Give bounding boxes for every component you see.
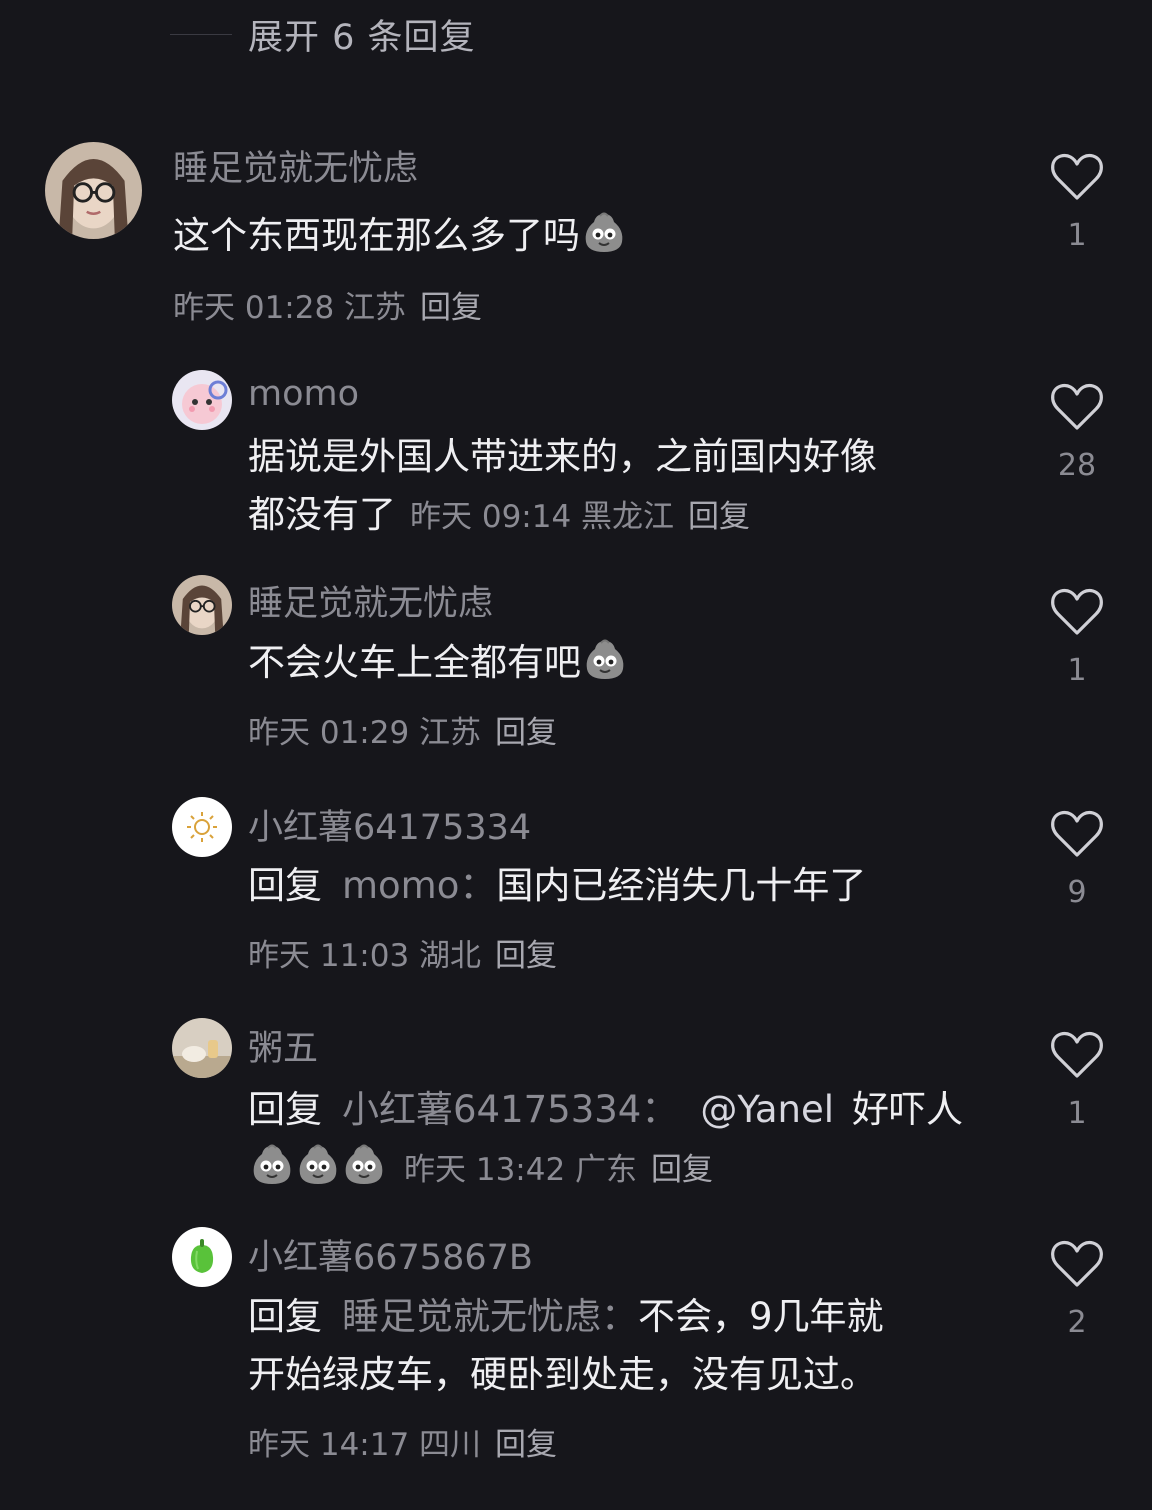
comment-username[interactable]: 睡足觉就无忧虑	[248, 575, 493, 626]
like-button[interactable]: 9	[1044, 809, 1110, 910]
like-count: 28	[1057, 448, 1097, 483]
reply-button[interactable]: 回复	[495, 1427, 557, 1463]
comment-body: 不会火车上全都有吧	[248, 641, 581, 684]
like-button[interactable]: 1	[1044, 152, 1110, 253]
reply-prefix: 回复	[248, 864, 322, 907]
comment-text: 回复 momo：国内已经消失几十年了	[248, 857, 866, 915]
heart-icon	[1051, 1240, 1103, 1287]
comment-text: 回复 睡足觉就无忧虑：不会，9几年就	[248, 1288, 884, 1346]
heart-icon	[1051, 383, 1103, 430]
sun-avatar[interactable]	[172, 797, 232, 857]
reply-button[interactable]: 回复	[688, 499, 750, 535]
like-count: 1	[1067, 218, 1087, 253]
comment-timestamp-location: 昨天 01:29 江苏	[248, 715, 482, 751]
reply-button[interactable]: 回复	[420, 290, 482, 326]
reply-target-user[interactable]: 睡足觉就无忧虑	[342, 1295, 601, 1338]
like-count: 9	[1067, 875, 1087, 910]
glasses-girl-avatar[interactable]	[172, 575, 232, 635]
comment-timestamp-location: 昨天 13:42 广东	[404, 1152, 638, 1188]
comment-username[interactable]: 小红薯64175334	[248, 799, 531, 850]
like-button[interactable]: 2	[1044, 1239, 1110, 1340]
grimace-emoji-icon	[585, 212, 623, 252]
heart-icon	[1051, 588, 1103, 635]
comment-username[interactable]: 睡足觉就无忧虑	[173, 140, 418, 191]
comment-username[interactable]: momo	[248, 374, 359, 414]
expand-divider	[170, 33, 232, 35]
like-button[interactable]: 28	[1044, 382, 1110, 483]
comment-body-line2: 开始绿皮车，硬卧到处走，没有见过。	[248, 1353, 877, 1396]
reply-colon: ：	[641, 1088, 679, 1131]
comment-timestamp-location: 昨天 11:03 湖北	[248, 938, 482, 974]
comment-thread: 展开 6 条回复 睡足觉就无忧虑 这个东西现在那么多了吗 昨天 01:28 江苏…	[0, 0, 1152, 1510]
comment-meta: 昨天 01:29 江苏 回复	[248, 707, 557, 752]
comment-body-line2: 都没有了	[248, 493, 396, 536]
like-button[interactable]: 1	[1044, 587, 1110, 688]
grimace-emoji-icon	[586, 639, 624, 679]
comment-body: 国内已经消失几十年了	[496, 864, 867, 907]
reply-button[interactable]: 回复	[495, 938, 557, 974]
comment-body: 好吓人	[852, 1088, 964, 1131]
reply-colon: ：	[459, 864, 497, 907]
reply-colon: ：	[601, 1295, 638, 1338]
comment-text-line2: 开始绿皮车，硬卧到处走，没有见过。	[248, 1346, 877, 1404]
comment-text: 回复 小红薯64175334： @Yanel 好吓人	[248, 1081, 963, 1139]
expand-replies-label: 展开 6 条回复	[248, 17, 476, 58]
grimace-emoji-icon	[299, 1144, 337, 1184]
like-button[interactable]: 1	[1044, 1030, 1110, 1131]
comment-text-line2: 都没有了 昨天 09:14 黑龙江 回复	[248, 486, 750, 546]
comment-text: 据说是外国人带进来的，之前国内好像	[248, 428, 877, 486]
comment-text-line2: 昨天 13:42 广东 回复	[248, 1139, 713, 1199]
grimace-emoji-icon	[345, 1144, 383, 1184]
like-count: 2	[1067, 1305, 1087, 1340]
reply-button[interactable]: 回复	[651, 1152, 713, 1188]
comment-text: 不会火车上全都有吧	[248, 634, 627, 692]
comment-body-line1: 不会，9几年就	[638, 1295, 884, 1338]
reply-target-user[interactable]: 小红薯64175334	[342, 1088, 641, 1131]
heart-icon	[1051, 1031, 1103, 1078]
comment-meta: 昨天 14:17 四川 回复	[248, 1419, 557, 1464]
photo-avatar[interactable]	[172, 1018, 232, 1078]
like-count: 1	[1067, 1096, 1087, 1131]
comment-username[interactable]: 小红薯6675867B	[248, 1229, 533, 1280]
comment-text: 这个东西现在那么多了吗	[173, 207, 626, 265]
comment-body: 这个东西现在那么多了吗	[173, 214, 580, 257]
heart-icon	[1051, 153, 1103, 200]
comment-timestamp-location: 昨天 01:28 江苏	[173, 290, 407, 326]
comment-meta: 昨天 11:03 湖北 回复	[248, 930, 557, 975]
comment-username[interactable]: 粥五	[248, 1020, 318, 1071]
reply-prefix: 回复	[248, 1295, 322, 1338]
comment-body-line1: 据说是外国人带进来的，之前国内好像	[248, 435, 877, 478]
pepper-avatar[interactable]	[172, 1227, 232, 1287]
grimace-emoji-icon	[253, 1144, 291, 1184]
comment-meta: 昨天 01:28 江苏 回复	[173, 282, 482, 327]
like-count: 1	[1067, 653, 1087, 688]
comment-timestamp-location: 昨天 09:14 黑龙江	[410, 499, 675, 535]
comment-timestamp-location: 昨天 14:17 四川	[248, 1427, 482, 1463]
cartoon-pink-avatar[interactable]	[172, 370, 232, 430]
reply-button[interactable]: 回复	[495, 715, 557, 751]
expand-replies-button[interactable]: 展开 6 条回复	[170, 8, 476, 60]
glasses-girl-avatar[interactable]	[45, 142, 142, 239]
reply-prefix: 回复	[248, 1088, 322, 1131]
heart-icon	[1051, 810, 1103, 857]
mention-link[interactable]: @Yanel	[700, 1088, 834, 1131]
reply-target-user[interactable]: momo	[342, 864, 459, 907]
